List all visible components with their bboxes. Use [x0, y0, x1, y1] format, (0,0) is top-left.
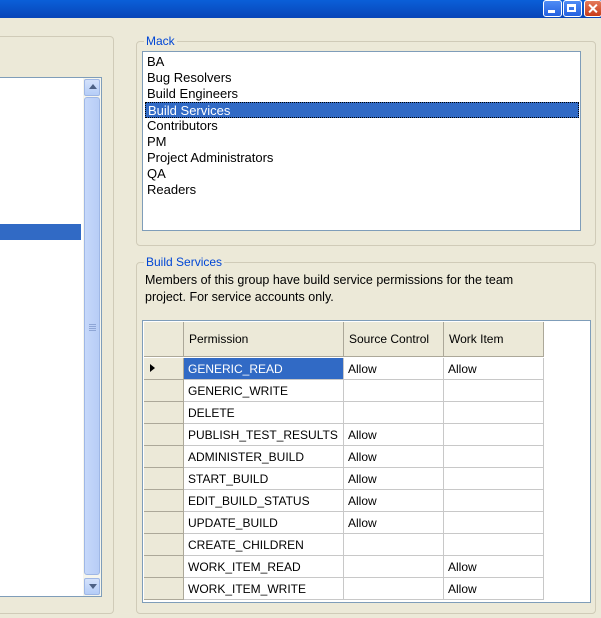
- grid-cell-permission[interactable]: CREATE_CHILDREN: [184, 534, 344, 556]
- group-list-item[interactable]: Contributors: [145, 118, 579, 134]
- grid-cell-permission[interactable]: PUBLISH_TEST_RESULTS: [184, 424, 344, 446]
- groups-listbox[interactable]: BA Bug Resolvers Build Engineers Build Serv…: [142, 51, 581, 231]
- grid-cell-source-control[interactable]: Allow: [344, 446, 444, 468]
- maximize-icon: [564, 1, 581, 16]
- group-list-item[interactable]: Build Engineers: [145, 86, 579, 102]
- row-header[interactable]: [144, 512, 184, 534]
- column-header-source-control[interactable]: Source Control: [344, 322, 444, 357]
- group-list-item[interactable]: Project Administrators: [145, 150, 579, 166]
- group-list-item[interactable]: BA: [145, 54, 579, 70]
- grid-cell-permission[interactable]: EDIT_BUILD_STATUS: [184, 490, 344, 512]
- left-tree-list[interactable]: [0, 77, 102, 597]
- grid-corner-header: [144, 322, 184, 357]
- grid-cell-permission[interactable]: WORK_ITEM_WRITE: [184, 578, 344, 600]
- grid-cell-source-control[interactable]: [344, 402, 444, 424]
- group-list-item[interactable]: Bug Resolvers: [145, 70, 579, 86]
- chevron-up-icon: [89, 84, 97, 89]
- grid-cell-source-control[interactable]: [344, 556, 444, 578]
- grid-cell-permission[interactable]: DELETE: [184, 402, 344, 424]
- row-header[interactable]: [144, 468, 184, 490]
- grid-cell-work-item[interactable]: Allow: [444, 578, 544, 600]
- row-header[interactable]: [144, 578, 184, 600]
- grid-cell-work-item[interactable]: [444, 512, 544, 534]
- grid-cell-source-control[interactable]: [344, 578, 444, 600]
- grid-cell-work-item[interactable]: [444, 490, 544, 512]
- minimize-button[interactable]: [543, 0, 562, 17]
- grid-cell-permission[interactable]: GENERIC_READ: [184, 358, 344, 380]
- row-header[interactable]: [144, 380, 184, 402]
- grid-cell-work-item[interactable]: [444, 446, 544, 468]
- scroll-thumb[interactable]: [84, 97, 100, 575]
- grid-cell-source-control[interactable]: [344, 534, 444, 556]
- left-selected-item[interactable]: [0, 224, 81, 240]
- close-icon: [585, 1, 601, 16]
- row-header[interactable]: [144, 402, 184, 424]
- scroll-up-button[interactable]: [84, 79, 100, 96]
- row-header[interactable]: [144, 424, 184, 446]
- group-list-item[interactable]: QA: [145, 166, 579, 182]
- minimize-icon: [544, 1, 561, 16]
- grid-cell-source-control[interactable]: Allow: [344, 490, 444, 512]
- grid-cell-work-item[interactable]: Allow: [444, 556, 544, 578]
- grid-cell-permission[interactable]: WORK_ITEM_READ: [184, 556, 344, 578]
- group-list-item[interactable]: Readers: [145, 182, 579, 198]
- grid-cell-permission[interactable]: ADMINISTER_BUILD: [184, 446, 344, 468]
- column-header-permission[interactable]: Permission: [184, 322, 344, 357]
- grid-cell-work-item[interactable]: [444, 424, 544, 446]
- left-scrollbar[interactable]: [83, 78, 101, 596]
- grid-cell-work-item[interactable]: [444, 380, 544, 402]
- row-header[interactable]: [144, 490, 184, 512]
- grid-cell-work-item[interactable]: [444, 534, 544, 556]
- row-header[interactable]: [144, 358, 184, 380]
- groups-groupbox-title: Mack: [144, 34, 177, 48]
- scroll-down-button[interactable]: [84, 578, 100, 595]
- grid-cell-source-control[interactable]: Allow: [344, 468, 444, 490]
- grid-cell-source-control[interactable]: Allow: [344, 512, 444, 534]
- group-list-item[interactable]: PM: [145, 134, 579, 150]
- row-header[interactable]: [144, 556, 184, 578]
- grid-cell-source-control[interactable]: [344, 380, 444, 402]
- grip-icon: [89, 324, 96, 331]
- group-list-item[interactable]: Build Services: [145, 102, 579, 118]
- chevron-down-icon: [89, 584, 97, 589]
- grid-cell-permission[interactable]: START_BUILD: [184, 468, 344, 490]
- grid-cell-source-control[interactable]: Allow: [344, 358, 444, 380]
- window-title-bar[interactable]: [0, 0, 601, 18]
- row-header[interactable]: [144, 446, 184, 468]
- permissions-grid[interactable]: Permission Source Control Work Item GENE…: [142, 320, 591, 603]
- group-description: Members of this group have build service…: [145, 273, 514, 304]
- column-header-work-item[interactable]: Work Item: [444, 322, 544, 357]
- grid-cell-source-control[interactable]: Allow: [344, 424, 444, 446]
- grid-cell-work-item[interactable]: Allow: [444, 358, 544, 380]
- grid-cell-work-item[interactable]: [444, 468, 544, 490]
- close-button[interactable]: [584, 0, 601, 17]
- group-details-title: Build Services: [144, 255, 225, 269]
- grid-cell-permission[interactable]: UPDATE_BUILD: [184, 512, 344, 534]
- grid-cell-work-item[interactable]: [444, 402, 544, 424]
- row-header[interactable]: [144, 534, 184, 556]
- grid-cell-permission[interactable]: GENERIC_WRITE: [184, 380, 344, 402]
- maximize-button[interactable]: [563, 0, 582, 17]
- row-pointer-icon: [150, 364, 155, 372]
